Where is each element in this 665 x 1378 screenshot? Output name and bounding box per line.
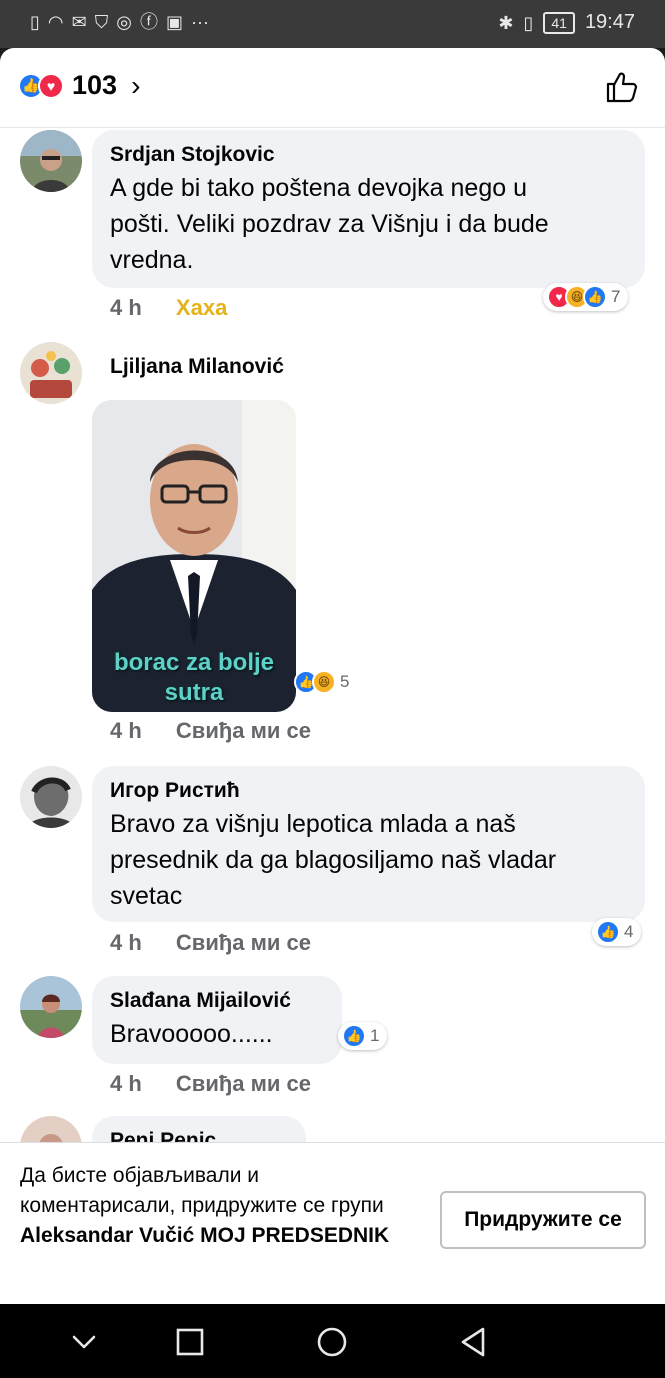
reaction-count: 5 bbox=[340, 672, 350, 691]
instagram-icon: ◎ bbox=[116, 12, 132, 32]
comment-meta: 4 h Хаха bbox=[110, 295, 227, 321]
battery-level: 41 bbox=[543, 11, 575, 34]
join-prompt-text: Да бисте објављивали и коментарисали, пр… bbox=[20, 1164, 390, 1247]
like-action[interactable]: Свиђа ми се bbox=[176, 718, 311, 743]
avatar[interactable] bbox=[20, 342, 82, 404]
comment-time[interactable]: 4 h bbox=[110, 295, 142, 320]
like-reaction-icon: 👍 bbox=[583, 285, 607, 309]
comment-author[interactable]: Srdjan Stojkovic bbox=[110, 142, 627, 168]
more-icon: ··· bbox=[190, 12, 209, 32]
comment-meta: 4 h Свиђа ми се bbox=[110, 930, 311, 956]
sim-icon: ▯ bbox=[30, 12, 40, 32]
comment-bubble: Slađana Mijailović Bravooooo...... bbox=[92, 976, 342, 1064]
comment-time[interactable]: 4 h bbox=[110, 718, 142, 743]
love-reaction-icon: ♥ bbox=[38, 72, 64, 99]
mail-icon: ✉ bbox=[71, 12, 87, 32]
vibrate-icon: ▯ bbox=[523, 12, 534, 33]
comment-bubble: Игор Ристић Bravo za višnju lepotica mla… bbox=[92, 766, 645, 922]
system-nav-bar bbox=[0, 1304, 665, 1378]
chevron-down-icon[interactable] bbox=[66, 1324, 102, 1360]
comment-reactions-badge[interactable]: ♥ 😆 👍 7 bbox=[543, 283, 629, 311]
wifi-icon: ◠ bbox=[47, 12, 64, 32]
thumbs-up-icon[interactable] bbox=[605, 70, 639, 104]
join-group-prompt: Да бисте објављивали и коментарисали, пр… bbox=[0, 1142, 665, 1304]
reaction-action[interactable]: Хаха bbox=[176, 295, 227, 320]
status-left-icons: ▯ ◠ ✉ ⛉ ◎ ⓕ ▣ ··· bbox=[30, 12, 209, 32]
comment-reactions-badge[interactable]: 👍 😆 5 bbox=[290, 668, 357, 696]
bluetooth-icon: ✱ bbox=[498, 12, 514, 33]
clock: 19:47 bbox=[584, 11, 635, 33]
sticker-image[interactable]: borac za bolje sutra bbox=[92, 400, 296, 712]
messenger-icon: ▣ bbox=[165, 12, 183, 32]
comment-meta: 4 h Свиђа ми се bbox=[110, 718, 311, 744]
home-icon[interactable] bbox=[314, 1324, 350, 1360]
comment-author[interactable]: Ljiljana Milanović bbox=[110, 354, 284, 380]
comment-text: Bravooooo...... bbox=[110, 1020, 273, 1048]
reaction-count: 7 bbox=[611, 287, 621, 306]
join-group-button[interactable]: Придружите се bbox=[440, 1191, 646, 1249]
sticker-caption: borac za bolje sutra bbox=[113, 649, 275, 706]
like-reaction-icon: 👍 bbox=[342, 1024, 366, 1048]
like-action[interactable]: Свиђа ми се bbox=[176, 1071, 311, 1096]
like-reaction-icon: 👍 bbox=[596, 920, 620, 944]
comment-time[interactable]: 4 h bbox=[110, 1071, 142, 1096]
back-icon[interactable] bbox=[456, 1324, 492, 1360]
comment-meta: 4 h Свиђа ми се bbox=[110, 1071, 311, 1097]
reactions-bar: 👍 ♥ 103 › bbox=[0, 48, 665, 128]
reaction-count: 4 bbox=[624, 922, 634, 941]
comment-reactions-badge[interactable]: 👍 4 bbox=[592, 918, 642, 946]
like-action[interactable]: Свиђа ми се bbox=[176, 930, 311, 955]
recents-icon[interactable] bbox=[172, 1324, 208, 1360]
reactions-count: 103 bbox=[72, 70, 118, 100]
reaction-count: 1 bbox=[370, 1026, 380, 1045]
comment-text: Bravo za višnju lepotica mlada a naš pre… bbox=[110, 810, 557, 910]
comments-sheet: 👍 ♥ 103 › Srdjan Stojkovic A gde bi tako… bbox=[0, 48, 665, 1304]
comment-author[interactable]: Игор Ристић bbox=[110, 778, 627, 804]
avatar[interactable] bbox=[20, 766, 82, 828]
status-bar: ▯ ◠ ✉ ⛉ ◎ ⓕ ▣ ··· ✱ ▯ 41 19:47 bbox=[0, 0, 665, 48]
comment-bubble: Srdjan Stojkovic A gde bi tako poštena d… bbox=[92, 130, 645, 288]
shield-icon: ⛉ bbox=[94, 12, 109, 32]
avatar[interactable] bbox=[20, 976, 82, 1038]
reactions-summary[interactable]: 👍 ♥ 103 › bbox=[18, 70, 140, 101]
chevron-right-icon: › bbox=[131, 69, 141, 101]
comment-author[interactable]: Slađana Mijailović bbox=[110, 988, 324, 1014]
facebook-icon: ⓕ bbox=[139, 12, 158, 32]
group-name[interactable]: Aleksandar Vučić MOJ PREDSEDNIK bbox=[20, 1224, 389, 1247]
comment-reactions-badge[interactable]: 👍 1 bbox=[338, 1022, 388, 1050]
status-right: ✱ ▯ 41 19:47 bbox=[498, 11, 635, 34]
comment-time[interactable]: 4 h bbox=[110, 930, 142, 955]
haha-reaction-icon: 😆 bbox=[312, 670, 336, 694]
avatar[interactable] bbox=[20, 130, 82, 192]
comment-text: A gde bi tako poštena devojka nego u poš… bbox=[110, 174, 549, 274]
